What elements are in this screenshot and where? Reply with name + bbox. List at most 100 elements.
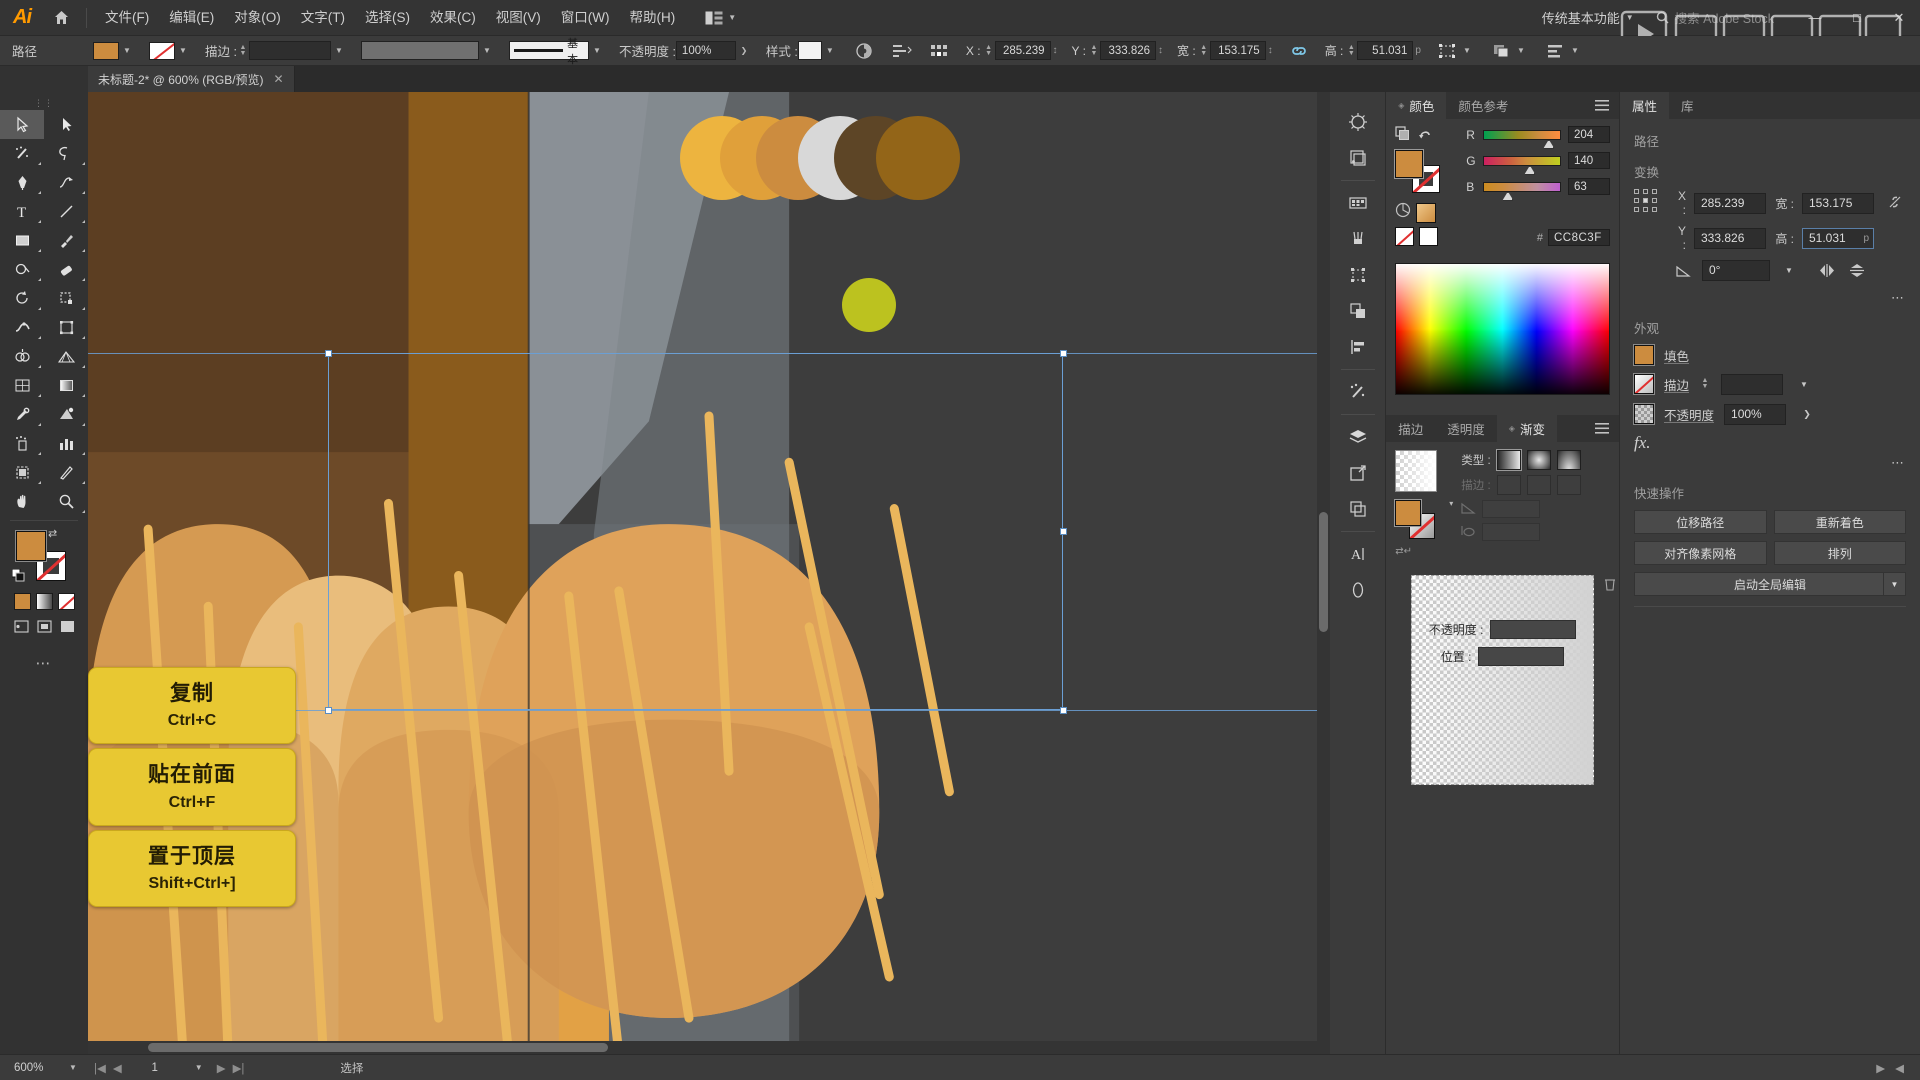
gradient-location-input[interactable]: [1478, 647, 1565, 666]
column-graph-tool[interactable]: [44, 429, 88, 458]
white-color-swatch[interactable]: [1419, 227, 1439, 246]
color-swatch-button[interactable]: [13, 593, 31, 610]
graphic-style-swatch[interactable]: [797, 41, 822, 60]
x-input[interactable]: 285.239: [1694, 192, 1766, 214]
slice-tool[interactable]: [44, 458, 88, 487]
nav-next-artboard[interactable]: ▶: [217, 1061, 226, 1075]
selection-handle-bl[interactable]: [325, 707, 332, 714]
pathfinder-icon[interactable]: [1340, 293, 1376, 329]
transform-panel-icon[interactable]: [1340, 257, 1376, 293]
none-color-swatch[interactable]: [1395, 227, 1415, 246]
artboard-dropdown-icon[interactable]: ▼: [188, 1063, 210, 1072]
stroke-weight-input[interactable]: [248, 41, 331, 60]
artboards-icon[interactable]: [1340, 185, 1376, 221]
status-expand-icon[interactable]: ▶: [1876, 1061, 1885, 1075]
chevron-down-icon[interactable]: ▾: [1449, 499, 1453, 508]
gradient-reverse-icon[interactable]: ⇄↵: [1395, 546, 1441, 557]
maximize-button[interactable]: □: [1836, 0, 1878, 36]
align-options-icon[interactable]: [890, 39, 914, 63]
workspace-switcher[interactable]: 传统基本功能 ▼: [1534, 8, 1642, 27]
rotate-tool[interactable]: [0, 284, 44, 313]
fill-color-swatch[interactable]: [93, 41, 120, 60]
gradient-opacity-input[interactable]: [1490, 620, 1577, 639]
scrollbar-thumb[interactable]: [1319, 512, 1328, 632]
chevron-down-icon[interactable]: ▼: [331, 42, 347, 60]
artboard-tool[interactable]: [0, 458, 44, 487]
slider-knob-g[interactable]: [1524, 165, 1536, 175]
menu-select[interactable]: 选择(S): [355, 0, 420, 36]
nav-prev-artboard[interactable]: ◀: [113, 1061, 122, 1075]
mesh-tool[interactable]: [0, 371, 44, 400]
fill-swatch[interactable]: [15, 530, 47, 562]
canvas-horizontal-scrollbar[interactable]: [88, 1041, 1330, 1054]
radial-gradient-button[interactable]: [1526, 450, 1551, 470]
opacity-input[interactable]: 100%: [675, 41, 736, 60]
link-dimensions-icon[interactable]: [1287, 39, 1311, 63]
pen-tool[interactable]: [0, 168, 44, 197]
channel-value-g[interactable]: 140: [1568, 152, 1610, 169]
document-tab[interactable]: 未标题-2* @ 600% (RGB/预览) ✕: [88, 66, 295, 92]
slider-track-b[interactable]: [1483, 181, 1561, 201]
flip-horizontal-icon[interactable]: [1816, 259, 1838, 281]
delete-stop-icon[interactable]: [1604, 577, 1616, 594]
chevron-down-icon[interactable]: ▼: [1883, 573, 1905, 595]
chevron-down-icon[interactable]: ▼: [1567, 42, 1583, 60]
menu-type[interactable]: 文字(T): [291, 0, 355, 36]
align-panel-icon[interactable]: [1543, 39, 1567, 63]
stroke-weight-stepper[interactable]: ▲ ▼: [1699, 377, 1711, 390]
channel-value-b[interactable]: 63: [1568, 178, 1610, 195]
opacity-flyout-icon[interactable]: ❯: [736, 42, 752, 60]
shaper-tool[interactable]: [0, 255, 44, 284]
shape-builder-tool[interactable]: [0, 342, 44, 371]
quick-action-arrange[interactable]: 排列: [1773, 541, 1906, 565]
hex-input[interactable]: CC8C3F: [1548, 229, 1610, 246]
nav-last-artboard[interactable]: ▶|: [233, 1061, 245, 1075]
global-edit-button[interactable]: 启动全局编辑 ▼: [1634, 572, 1906, 596]
links-icon[interactable]: [1340, 455, 1376, 491]
zoom-tool[interactable]: [44, 487, 88, 516]
height-input[interactable]: 51.031: [1357, 41, 1414, 60]
chevron-down-icon[interactable]: ▼: [1513, 42, 1529, 60]
align-panel-icon[interactable]: [1340, 329, 1376, 365]
gradient-preview-swatch[interactable]: [1395, 450, 1438, 492]
y-input[interactable]: 333.826: [1694, 227, 1766, 249]
quick-action-recolor[interactable]: 重新着色: [1773, 510, 1906, 534]
artboard-number-input[interactable]: 1: [128, 1059, 181, 1076]
slider-track-g[interactable]: [1483, 155, 1561, 175]
chevron-down-icon[interactable]: ▼: [1778, 259, 1800, 281]
selection-tool[interactable]: [0, 110, 44, 139]
gradient-tool[interactable]: [44, 371, 88, 400]
paintbrush-tool[interactable]: [44, 226, 88, 255]
panel-menu-icon[interactable]: [1585, 92, 1619, 119]
menu-object[interactable]: 对象(O): [224, 0, 291, 36]
chevron-down-icon[interactable]: ▼: [175, 42, 191, 60]
canvas-vertical-scrollbar[interactable]: [1317, 92, 1330, 1054]
close-button[interactable]: ✕: [1878, 0, 1920, 36]
stroke-weight-stepper[interactable]: ▲ ▼: [237, 44, 249, 57]
blend-tool[interactable]: [44, 400, 88, 429]
rectangle-tool[interactable]: [0, 226, 44, 255]
slider-knob-b[interactable]: [1502, 191, 1514, 201]
reference-point-selector[interactable]: [1634, 189, 1658, 213]
symbols-icon[interactable]: [1340, 140, 1376, 176]
appearance-opacity-swatch[interactable]: [1633, 403, 1655, 425]
freeform-gradient-button[interactable]: [1556, 450, 1581, 470]
menu-help[interactable]: 帮助(H): [619, 0, 685, 36]
stroke-profile-selector[interactable]: 基本: [508, 38, 589, 66]
width-stepper[interactable]: ▲ ▼: [1198, 44, 1210, 57]
line-segment-tool[interactable]: [44, 197, 88, 226]
toolbar-grip[interactable]: ⋮⋮: [0, 96, 88, 110]
screen-mode-icon[interactable]: [13, 620, 29, 638]
none-swatch-button[interactable]: [57, 593, 75, 610]
linear-gradient-button[interactable]: [1495, 449, 1522, 471]
status-collapse-icon[interactable]: ◀: [1895, 1061, 1904, 1075]
direct-selection-tool[interactable]: [44, 110, 88, 139]
menu-effect[interactable]: 效果(C): [420, 0, 486, 36]
quick-action-offset-path[interactable]: 位移路径: [1634, 510, 1767, 534]
y-stepper[interactable]: ▲ ▼: [1088, 44, 1100, 57]
slider-knob-r[interactable]: [1543, 139, 1555, 149]
selection-handle-tr[interactable]: [1060, 350, 1067, 357]
undo-arrow-icon[interactable]: [1418, 127, 1432, 146]
eyedropper-tool[interactable]: [0, 400, 44, 429]
color-spectrum-picker[interactable]: [1395, 263, 1610, 395]
